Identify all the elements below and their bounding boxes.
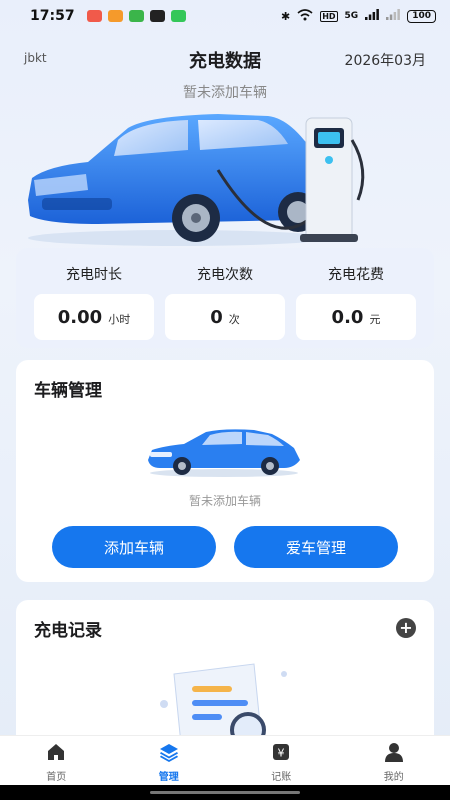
stat-charging-duration: 充电时长 0.00 小时 — [34, 248, 154, 340]
battery-indicator: 100 — [407, 9, 436, 23]
car-charging-illustration — [28, 114, 365, 246]
empty-vehicle-text: 暂未添加车辆 — [188, 494, 261, 508]
no-vehicle-subtitle: 暂未添加车辆 — [183, 85, 267, 101]
stat-value: 0.0 — [331, 306, 364, 328]
stat-unit: 小时 — [108, 312, 131, 326]
status-bar: 17:57 ✱ HD 5G 100 — [0, 0, 450, 32]
app-notification-icon — [170, 10, 186, 22]
status-time: 17:57 — [30, 8, 75, 24]
stat-value-box: 0 次 — [165, 294, 285, 340]
system-nav-bar — [0, 785, 450, 800]
stat-label: 充电次数 — [197, 267, 253, 283]
app-notification-icon — [86, 10, 102, 22]
ledger-icon: ¥ — [273, 744, 290, 760]
app-notification-icon — [107, 10, 123, 22]
signal-icon-2 — [386, 9, 401, 23]
hd-badge: HD — [320, 10, 338, 22]
app-notification-icon — [149, 10, 165, 22]
network-label: 5G — [344, 11, 359, 21]
bottom-tab-bar: 首页 管理 ¥ 记账 我的 — [0, 735, 450, 785]
svg-text:¥: ¥ — [278, 747, 285, 760]
tab-profile[interactable]: 我的 — [338, 736, 450, 785]
charging-stats-panel: 充电时长 0.00 小时 充电次数 0 次 充电花费 0.0 元 — [16, 248, 434, 348]
tab-label: 首页 — [46, 772, 67, 783]
user-icon — [384, 743, 403, 762]
app-notification-icon — [128, 10, 144, 22]
stat-charging-cost: 充电花费 0.0 元 — [296, 248, 416, 340]
bluetooth-icon: ✱ — [280, 9, 291, 23]
home-icon — [48, 744, 65, 760]
home-gesture-handle[interactable] — [150, 791, 300, 794]
stat-value: 0 — [210, 306, 223, 328]
tab-label: 我的 — [383, 772, 404, 783]
stat-charging-count: 充电次数 0 次 — [165, 248, 285, 340]
vehicle-management-card: 车辆管理 暂未添加车辆 添加车辆 爱车管理 — [16, 360, 434, 582]
stat-value-box: 0.0 元 — [296, 294, 416, 340]
tab-ledger[interactable]: ¥ 记账 — [225, 736, 338, 785]
stat-label: 充电花费 — [328, 267, 384, 283]
plus-circle-icon[interactable]: + — [396, 618, 416, 638]
stat-value-box: 0.00 小时 — [34, 294, 154, 340]
tab-home[interactable]: 首页 — [0, 736, 113, 785]
stat-unit: 次 — [228, 312, 240, 326]
manage-vehicle-button[interactable]: 爱车管理 — [234, 526, 398, 568]
stat-label: 充电时长 — [66, 267, 122, 283]
tab-label: 管理 — [158, 772, 179, 783]
vehicle-card-title: 车辆管理 — [34, 381, 102, 401]
tab-manage[interactable]: 管理 — [113, 736, 226, 785]
records-card-title: 充电记录 — [34, 621, 102, 641]
page-header: jbkt 充电数据 2026年03月 — [0, 44, 450, 74]
layers-icon — [159, 744, 178, 762]
stat-unit: 元 — [369, 312, 381, 326]
stat-value: 0.00 — [57, 306, 103, 328]
add-vehicle-button[interactable]: 添加车辆 — [52, 526, 216, 568]
signal-icon — [365, 9, 380, 23]
car-illustration — [148, 429, 300, 477]
wifi-icon — [297, 8, 313, 24]
month-selector[interactable]: 2026年03月 — [345, 50, 426, 70]
tab-label: 记账 — [271, 772, 292, 783]
